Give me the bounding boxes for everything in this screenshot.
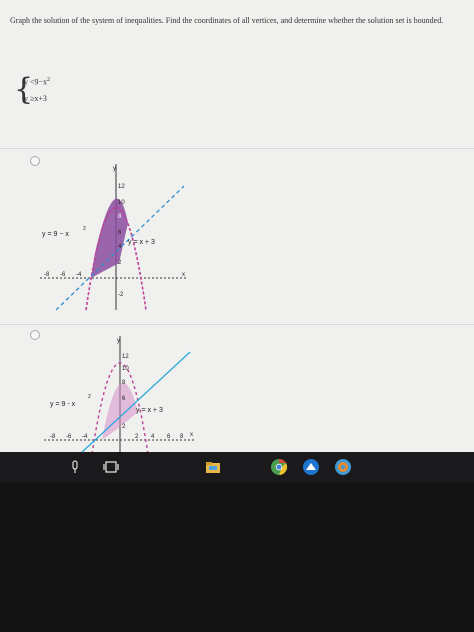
x-tick: -4 [76, 272, 82, 278]
y-axis-label: y [117, 338, 120, 344]
option-2-radio[interactable] [30, 330, 40, 340]
y-tick: 12 [122, 354, 129, 360]
y-tick: 2 [122, 424, 126, 430]
line-label: y = x + 3 [136, 407, 163, 414]
file-explorer-icon[interactable] [204, 458, 222, 476]
x-tick: -6 [60, 272, 66, 278]
browser-icon[interactable] [334, 458, 352, 476]
x-tick: -8 [50, 434, 56, 440]
inequality-1: y <9−x2 [24, 77, 51, 87]
y-tick: 10 [122, 366, 129, 372]
x-tick: 4 [151, 434, 155, 440]
x-tick: 6 [167, 434, 171, 440]
inequality-2: y ≥x+3 [24, 94, 47, 103]
divider [0, 148, 474, 149]
x-tick: -4 [82, 434, 88, 440]
app-icon[interactable] [302, 458, 320, 476]
parabola-label: y = 9 − x [42, 231, 69, 238]
x-tick: -8 [44, 272, 50, 278]
parabola-label: y = 9 - x [50, 401, 76, 408]
option-1-graph: y 12 10 8 6 4 2 -2 -8 -6 -4 x y = 9 − x … [40, 164, 186, 311]
y-tick: 12 [118, 184, 125, 190]
taskbar [0, 452, 474, 482]
x-tick: 8 [180, 434, 184, 440]
desk-surface [0, 482, 474, 632]
option-2-graph: y 12 10 8 6 2 -8 -6 -4 2 4 6 8 x y = 9 -… [44, 336, 196, 454]
parabola-label-exponent: 2 [83, 226, 86, 232]
chrome-icon[interactable] [270, 458, 288, 476]
question-text: Graph the solution of the system of ineq… [10, 16, 444, 25]
x-tick: 2 [135, 434, 139, 440]
solution-region [91, 198, 128, 278]
x-axis-label: x [190, 432, 193, 438]
microphone-icon[interactable] [66, 458, 84, 476]
inequality-system: { y <9−x2 y ≥x+3 [14, 74, 94, 110]
y-axis-label: y [113, 166, 116, 172]
y-tick: 2 [118, 260, 122, 266]
x-axis-label: x [182, 272, 185, 278]
parabola-label-exponent: 2 [88, 394, 91, 400]
browser-content: Graph the solution of the system of ineq… [0, 0, 474, 460]
divider [0, 324, 474, 325]
y-tick: -2 [118, 292, 124, 298]
task-view-icon[interactable] [102, 458, 120, 476]
y-tick: 10 [118, 200, 125, 206]
x-tick: -6 [66, 434, 72, 440]
line-label: y = x + 3 [128, 239, 155, 246]
